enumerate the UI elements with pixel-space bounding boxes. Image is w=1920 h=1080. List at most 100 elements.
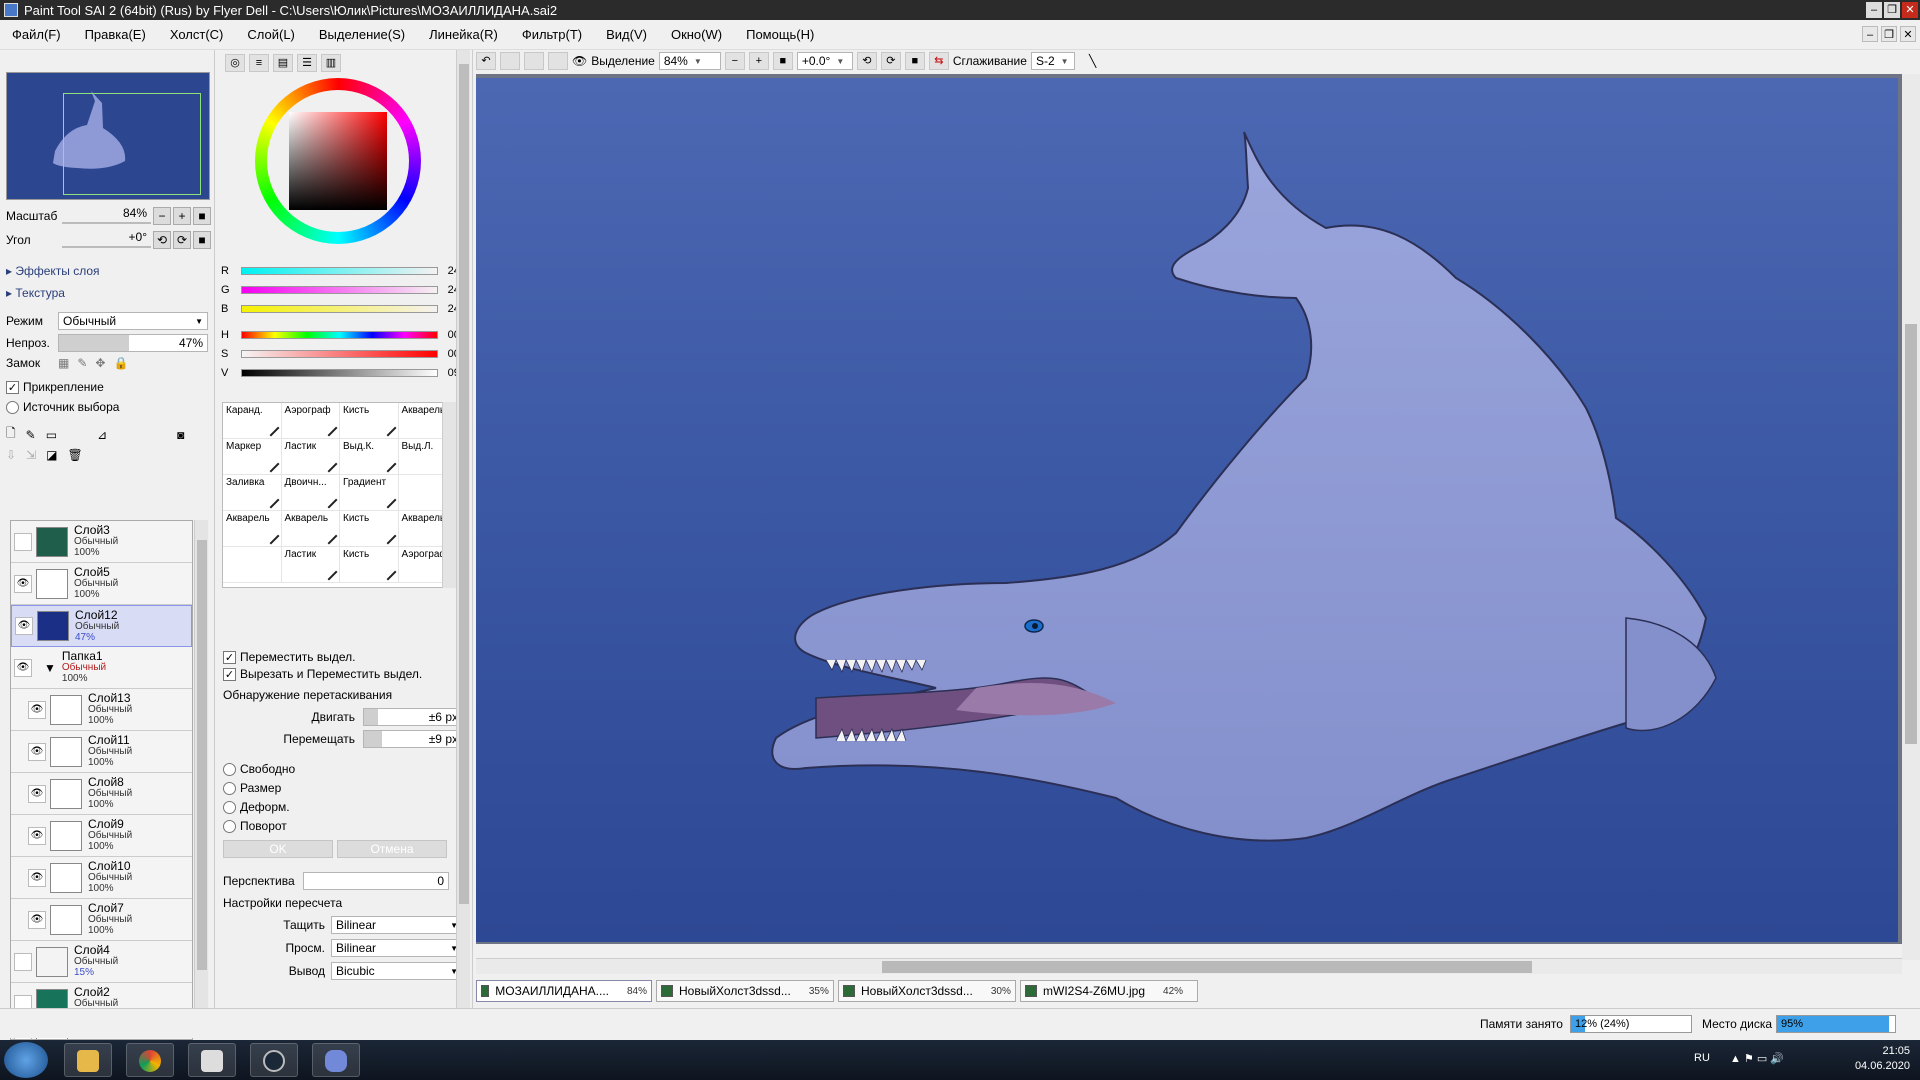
clock[interactable]: 21:05 04.06.2020 (1855, 1044, 1910, 1074)
canvas-area[interactable] (476, 74, 1902, 944)
canvas-vertical-scrollbar[interactable] (1902, 74, 1920, 960)
document-tab[interactable]: НовыйХолст3dssd... 35% (656, 980, 834, 1002)
color-channel-bar[interactable] (241, 331, 438, 339)
menu-file[interactable]: Файл(F) (0, 20, 73, 50)
layer-row[interactable]: 👁 Слой9 Обычный 100% (11, 815, 192, 857)
output-sample-dropdown[interactable]: Bicubic ▼ (331, 962, 463, 980)
scale-slider[interactable]: 84% (62, 206, 151, 226)
layer-row[interactable]: 👁 Слой11 Обычный 100% (11, 731, 192, 773)
scale-transform-row[interactable]: Размер (223, 781, 281, 795)
visibility-toggle[interactable]: 👁 (28, 910, 46, 929)
scale-plus-button[interactable]: + (173, 207, 191, 225)
angle-slider[interactable]: +0° (62, 230, 151, 250)
drag-sample-dropdown[interactable]: Bilinear ▼ (331, 916, 463, 934)
free-radio[interactable] (223, 762, 236, 776)
clipping-row[interactable]: ✓ Прикрепление (6, 380, 211, 394)
blend-mode-dropdown[interactable]: Обычный ▼ (58, 312, 208, 330)
tool-slot[interactable]: Заливка (223, 475, 282, 511)
ruler-icon[interactable]: ⊿ (97, 428, 107, 442)
menu-canvas[interactable]: Холст(C) (158, 20, 236, 50)
tool-slot[interactable]: Выд.К. (340, 439, 399, 475)
tool-slot[interactable]: Ластик (281, 547, 340, 583)
navigator-frame[interactable] (63, 93, 201, 195)
menu-window[interactable]: Окно(W) (659, 20, 734, 50)
preview-sample-dropdown[interactable]: Bilinear ▼ (331, 939, 463, 957)
document-tab[interactable]: mWI2S4-Z6MU.jpg 42% (1020, 980, 1198, 1002)
cut-move-row[interactable]: ✓ Вырезать и Переместить выдел. (223, 667, 422, 681)
tool-slot[interactable]: Кисть (340, 403, 399, 439)
layer-scrollbar[interactable] (194, 520, 208, 1038)
tool-slot[interactable]: Акварель (281, 511, 340, 547)
color-channel-bar[interactable] (241, 286, 438, 294)
color-channel-bar[interactable] (241, 305, 438, 313)
tray-icons[interactable]: ▲ ⚑ ▭ 🔊 (1730, 1052, 1784, 1065)
scale-minus-button[interactable]: − (153, 207, 171, 225)
rotate-radio[interactable] (223, 819, 236, 833)
rotate-left-button[interactable]: ⟲ (856, 52, 877, 70)
tool-slot[interactable]: Акварель (223, 511, 282, 547)
menu-selection[interactable]: Выделение(S) (307, 20, 417, 50)
taskbar-explorer[interactable] (64, 1043, 112, 1077)
zoom-in-button[interactable]: + (748, 52, 769, 70)
taskbar-chrome[interactable] (126, 1043, 174, 1077)
doc-minimize-button[interactable]: – (1862, 26, 1878, 42)
visibility-toggle[interactable] (14, 532, 32, 551)
close-button[interactable]: ✕ (1902, 2, 1918, 18)
color-slider-r[interactable]: R245 (221, 262, 466, 280)
visibility-toggle[interactable]: 👁 (28, 826, 46, 845)
lock-brush-icon[interactable]: ✎ (77, 356, 87, 370)
menu-edit[interactable]: Правка(E) (73, 20, 158, 50)
tool-slot[interactable]: Двоичн... (281, 475, 340, 511)
zoom-dropdown[interactable]: 84% ▼ (658, 52, 721, 70)
tool-slot[interactable] (223, 547, 282, 583)
zoom-reset-button[interactable]: ■ (772, 52, 793, 70)
zoom-out-button[interactable]: − (724, 52, 745, 70)
taskbar-sai[interactable] (188, 1043, 236, 1077)
navigator-preview[interactable] (6, 72, 210, 200)
color-slider-s[interactable]: S002 (221, 345, 466, 363)
visibility-toggle[interactable]: 👁 (14, 574, 32, 593)
angle-dropdown[interactable]: +0.0° ▼ (796, 52, 853, 70)
nav-rotate-reset-button[interactable]: ■ (193, 231, 211, 249)
color-slider-g[interactable]: G241 (221, 281, 466, 299)
undo-button[interactable]: ↶ (476, 52, 496, 70)
layer-row[interactable]: 👁 Слой8 Обычный 100% (11, 773, 192, 815)
new-layer-icon[interactable]: 🗋 (6, 424, 16, 445)
document-tab[interactable]: МОЗАИЛЛИДАНА.... 84% (476, 980, 652, 1002)
deform-radio[interactable] (223, 800, 236, 814)
visibility-toggle[interactable] (14, 952, 32, 971)
opacity-slider[interactable]: 47% (58, 334, 208, 352)
doc-restore-button[interactable]: ❐ (1881, 26, 1897, 42)
color-wheel-tab[interactable]: ◎ (225, 54, 245, 72)
color-slider-h[interactable]: H000 (221, 326, 466, 344)
free-transform-row[interactable]: Свободно (223, 762, 295, 776)
panel-scrollbar[interactable] (456, 50, 470, 1008)
minimize-button[interactable]: – (1866, 2, 1882, 18)
layer-row[interactable]: Слой4 Обычный 15% (11, 941, 192, 983)
scale-reset-button[interactable]: ■ (193, 207, 211, 225)
visibility-toggle[interactable]: 👁 (28, 868, 46, 887)
deselect-button[interactable] (524, 52, 544, 70)
invert-selection-button[interactable] (548, 52, 568, 70)
clipping-checkbox[interactable]: ✓ (6, 380, 19, 394)
cut-move-checkbox[interactable]: ✓ (223, 667, 236, 681)
color-wheel[interactable] (255, 78, 421, 244)
lock-icon[interactable]: 🔒 (113, 356, 128, 370)
rgb-slider-tab[interactable]: ≡ (249, 54, 269, 72)
layer-row[interactable]: 👁 Слой7 Обычный 100% (11, 899, 192, 941)
nav-rotate-left-button[interactable]: ⟲ (153, 231, 171, 249)
layer-row[interactable]: 👁 ▼ Папка1 Обычный 100% (11, 647, 192, 689)
tool-slot[interactable]: Аэрограф (281, 403, 340, 439)
visibility-toggle[interactable]: 👁 (28, 700, 46, 719)
color-slider-b[interactable]: B241 (221, 300, 466, 318)
move-selection-row[interactable]: ✓ Переместить выдел. (223, 650, 355, 664)
color-channel-bar[interactable] (241, 350, 438, 358)
move-selection-checkbox[interactable]: ✓ (223, 650, 236, 664)
layer-row[interactable]: Слой3 Обычный 100% (11, 521, 192, 563)
move-threshold-field[interactable]: ±6 px (363, 708, 463, 726)
menu-view[interactable]: Вид(V) (594, 20, 659, 50)
redo-button[interactable] (500, 52, 520, 70)
tool-slot[interactable]: Ластик (281, 439, 340, 475)
ok-button[interactable]: OK (223, 840, 333, 858)
menu-layer[interactable]: Слой(L) (235, 20, 307, 50)
